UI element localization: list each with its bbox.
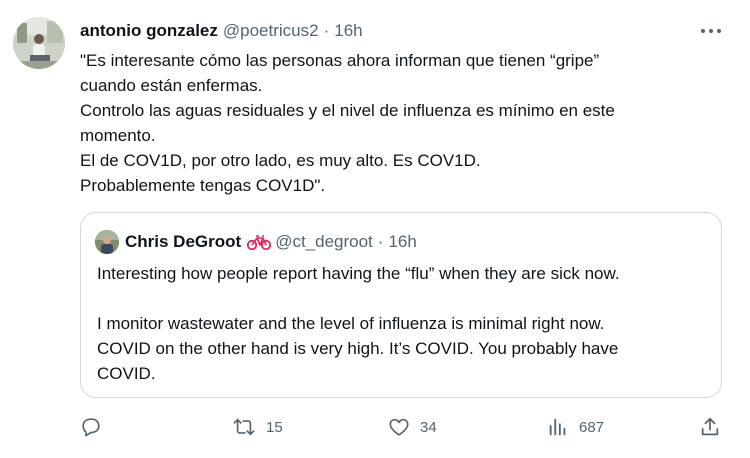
quoted-tweet[interactable]: Chris DeGroot @ct_degroot · 16h Interest… [80,212,722,398]
heart-icon [388,416,410,438]
tweet: antonio gonzalez @poetricus2 · 16h "Es i… [0,0,750,458]
timestamp[interactable]: 16h [334,21,362,41]
separator: · [377,232,384,251]
more-dot [709,29,713,33]
tweet-text-line: momento. [80,126,156,145]
share-icon [699,416,721,438]
bicycle-icon [247,233,272,251]
reply-button[interactable] [80,414,102,440]
views-button[interactable]: 687 [547,414,604,440]
views-count: 687 [579,418,605,436]
retweet-count: 15 [266,418,283,436]
quoted-text-line: COVID on the other hand is very high. It… [97,339,619,358]
retweet-button[interactable]: 15 [232,414,283,440]
share-button[interactable] [699,414,721,440]
separator: · [323,21,330,40]
quoted-timestamp[interactable]: 16h [388,232,416,252]
reply-icon [80,416,102,438]
quoted-text-line: I monitor wastewater and the level of in… [97,314,605,333]
quoted-author-avatar[interactable] [95,230,119,254]
more-dot [701,29,705,33]
views-icon [547,416,569,438]
tweet-text-line: El de COV1D, por otro lado, es muy alto.… [80,151,481,170]
retweet-icon [232,416,256,438]
tweet-text-line: cuando están enfermas. [80,76,263,95]
tweet-text: "Es interesante cómo las personas ahora … [80,48,710,198]
author-name[interactable]: antonio gonzalez [80,21,218,41]
quoted-text-gap [97,286,712,311]
quoted-text-line: Interesting how people report having the… [97,264,620,283]
like-button[interactable]: 34 [388,414,437,440]
tweet-text-line: Probablemente tengas COV1D". [80,176,326,195]
tweet-text-line: Controlo las aguas residuales y el nivel… [80,101,615,120]
more-dot [717,29,721,33]
quoted-text-line: COVID. [97,364,156,383]
quoted-author-handle[interactable]: @ct_degroot [275,232,373,252]
quoted-tweet-text: Interesting how people report having the… [97,261,712,386]
action-bar: 15 34 687 [0,412,750,442]
tweet-text-line: "Es interesante cómo las personas ahora … [80,51,600,70]
like-count: 34 [420,418,437,436]
more-options-icon[interactable] [699,21,723,41]
quoted-author-name[interactable]: Chris DeGroot [125,232,241,252]
quoted-tweet-header: Chris DeGroot @ct_degroot · 16h [95,230,417,254]
author-avatar[interactable] [13,17,65,69]
author-handle[interactable]: @poetricus2 [223,21,319,41]
tweet-header: antonio gonzalez @poetricus2 · 16h [80,20,363,42]
